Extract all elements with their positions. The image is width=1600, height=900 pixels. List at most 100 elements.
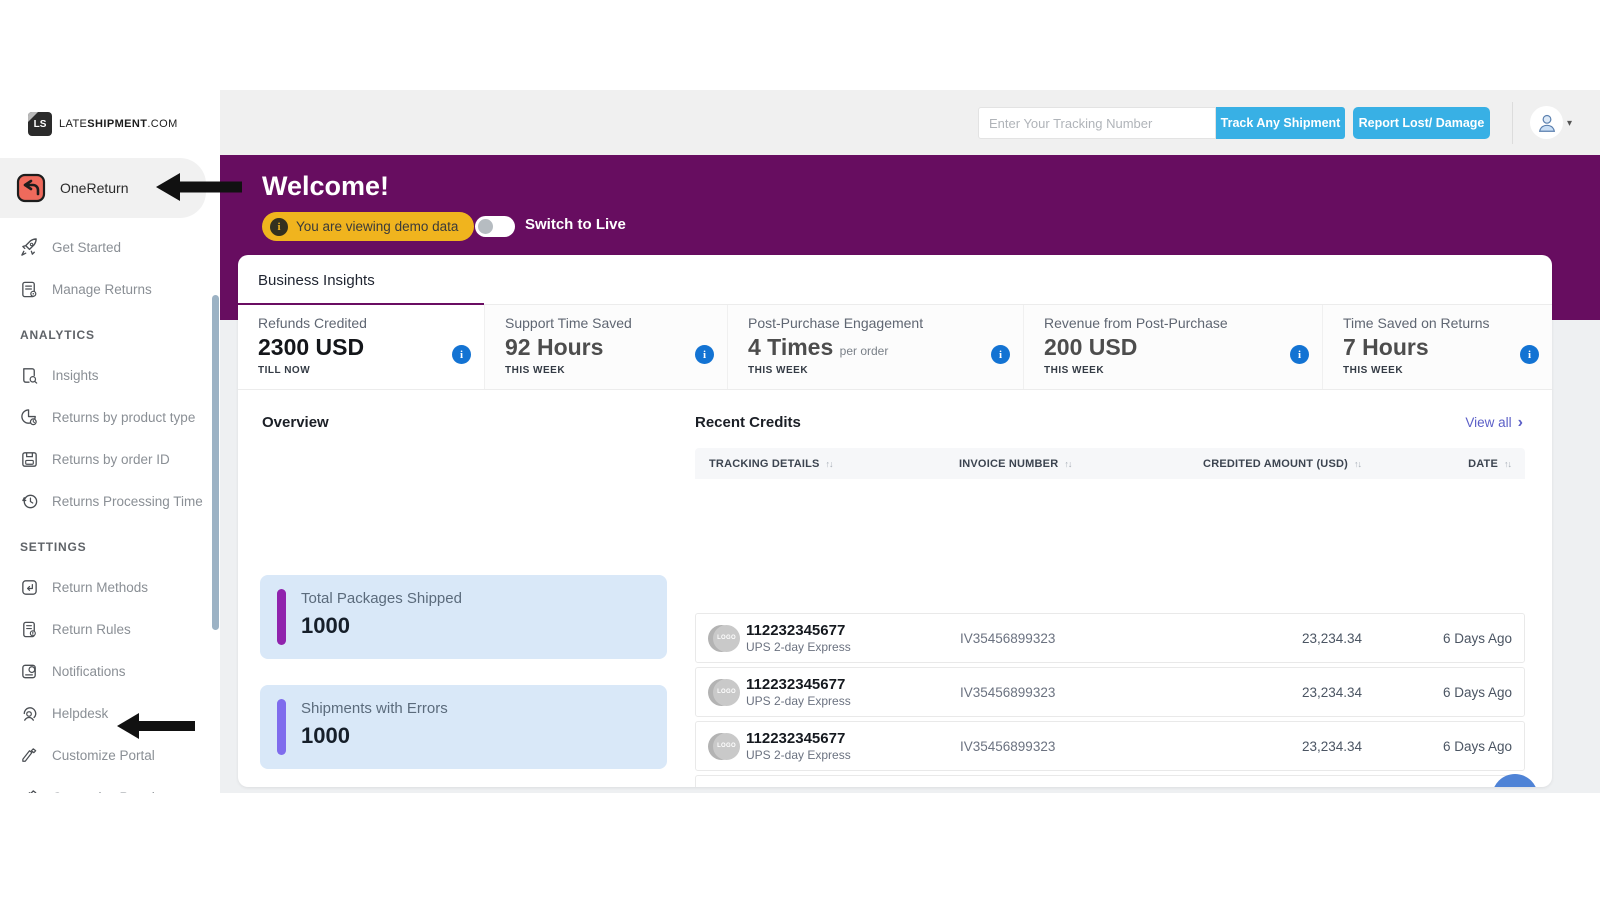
table-row[interactable]: LOGO112232345677UPS 2-day Express IV3545…	[695, 667, 1525, 717]
headset-icon	[20, 704, 39, 723]
invoice-number: IV35456899323	[946, 685, 1176, 700]
stat-label: Refunds Credited	[258, 315, 484, 331]
invoice-number: IV35456899323	[946, 739, 1176, 754]
sidebar-item-label: Return Methods	[52, 580, 148, 595]
col-invoice-number: INVOICE NUMBER↑↓	[945, 458, 1175, 470]
sort-icon[interactable]: ↑↓	[826, 459, 833, 469]
sidebar-item-label: Returns Processing Time	[52, 494, 203, 509]
tracking-number: 112232345677	[746, 784, 851, 788]
sidebar-nav: Get Started Manage Returns ANALYTICS Ins…	[0, 226, 220, 793]
pie-clock-icon	[20, 408, 39, 427]
sidebar-item-onereturn[interactable]: OneReturn	[0, 158, 206, 218]
sidebar-item-customize-portal-2[interactable]: Customize Portal	[0, 776, 220, 793]
clock-rotate-icon	[20, 492, 39, 511]
sidebar-item-label: Return Rules	[52, 622, 131, 637]
carrier-logo: LOGO	[708, 625, 735, 652]
info-icon[interactable]: i	[695, 345, 714, 364]
lateshipment-logo[interactable]: LS LATESHIPMENT.COM	[28, 112, 178, 136]
report-lost-damage-button[interactable]: Report Lost/ Damage	[1353, 107, 1490, 139]
service-name: UPS 2-day Express	[746, 748, 851, 763]
sidebar-item-return-rules[interactable]: Return Rules	[0, 608, 220, 650]
page: Welcome! i You are viewing demo data Swi…	[0, 0, 1600, 900]
stat-revenue-from-post-purchase[interactable]: Revenue from Post-Purchase 200 USD THIS …	[1023, 305, 1322, 389]
info-icon[interactable]: i	[1290, 345, 1309, 364]
table-row[interactable]: LOGO112232345677UPS 2-day Express IV3545…	[695, 775, 1525, 787]
avatar-dropdown-caret[interactable]: ▾	[1567, 118, 1572, 129]
invoice-number: IV35456899323	[946, 631, 1176, 646]
credit-date: 6 Days Ago	[1376, 631, 1526, 646]
switch-to-live-label: Switch to Live	[525, 216, 626, 233]
overview-card-label: Shipments with Errors	[301, 700, 448, 717]
sidebar-section-settings: SETTINGS	[0, 522, 220, 566]
carrier-logo: LOGO	[708, 679, 735, 706]
info-icon[interactable]: i	[1520, 345, 1539, 364]
doc-search-icon	[20, 366, 39, 385]
brand-text: LATESHIPMENT.COM	[59, 118, 178, 130]
sidebar-item-label: Customize Portal	[52, 790, 155, 794]
sidebar-item-label: Helpdesk	[52, 706, 108, 721]
stat-label: Support Time Saved	[505, 315, 727, 331]
info-icon[interactable]: i	[452, 345, 471, 364]
stat-post-purchase-engagement[interactable]: Post-Purchase Engagement 4 Times per ord…	[727, 305, 1023, 389]
sidebar-scrollbar[interactable]	[212, 295, 219, 630]
user-avatar[interactable]	[1530, 106, 1563, 139]
overview-card-total-packages: Total Packages Shipped 1000	[260, 575, 667, 659]
customize-pen-icon	[20, 746, 39, 765]
sidebar-item-label: Get Started	[52, 240, 121, 255]
stat-support-time-saved[interactable]: Support Time Saved 92 Hours THIS WEEK i	[484, 305, 727, 389]
table-row[interactable]: LOGO112232345677UPS 2-day Express IV3545…	[695, 721, 1525, 771]
sidebar-item-label: Insights	[52, 368, 99, 383]
stat-period: THIS WEEK	[1044, 365, 1322, 376]
sidebar-item-returns-processing-time[interactable]: Returns Processing Time	[0, 480, 220, 522]
table-row[interactable]: LOGO 112232345677UPS 2-day Express IV3545…	[695, 613, 1525, 663]
sidebar-item-label: OneReturn	[60, 180, 128, 196]
sidebar: LS LATESHIPMENT.COM OneReturn Get Starte…	[0, 90, 220, 793]
recent-credits-title: Recent Credits	[695, 414, 801, 431]
sidebar-item-insights[interactable]: Insights	[0, 354, 220, 396]
welcome-title: Welcome!	[262, 171, 389, 202]
tracking-number-input[interactable]	[978, 107, 1216, 139]
sort-icon[interactable]: ↑↓	[1354, 459, 1361, 469]
stat-label: Post-Purchase Engagement	[748, 315, 1023, 331]
sidebar-item-get-started[interactable]: Get Started	[0, 226, 220, 268]
chevron-right-icon: ›	[1518, 417, 1523, 429]
stat-time-saved-on-returns[interactable]: Time Saved on Returns 7 Hours THIS WEEK …	[1322, 305, 1552, 389]
sidebar-item-customize-portal[interactable]: Customize Portal	[0, 734, 220, 776]
stat-period: THIS WEEK	[1343, 365, 1552, 376]
stat-period: THIS WEEK	[748, 365, 1023, 376]
switch-to-live-toggle[interactable]	[475, 216, 515, 237]
stat-value: 4 Times per order	[748, 334, 1023, 361]
tab-business-insights[interactable]: Business Insights	[238, 255, 484, 305]
sidebar-item-notifications[interactable]: Notifications	[0, 650, 220, 692]
track-any-shipment-button[interactable]: Track Any Shipment	[1216, 107, 1345, 139]
view-all-link[interactable]: View all›	[1465, 415, 1523, 430]
stat-label: Time Saved on Returns	[1343, 315, 1552, 331]
service-name: UPS 2-day Express	[746, 640, 851, 655]
overview-title: Overview	[262, 414, 329, 431]
sidebar-item-helpdesk[interactable]: Helpdesk	[0, 692, 220, 734]
stat-value: 2300 USD	[258, 334, 484, 361]
sidebar-item-label: Returns by product type	[52, 410, 195, 425]
overview-card-bar	[277, 699, 286, 755]
sidebar-item-returns-by-order-id[interactable]: Returns by order ID	[0, 438, 220, 480]
sidebar-item-manage-returns[interactable]: Manage Returns	[0, 268, 220, 310]
sidebar-section-analytics: ANALYTICS	[0, 310, 220, 354]
overview-card-label: Total Packages Shipped	[301, 590, 462, 607]
carrier-logo: LOGO	[708, 787, 735, 788]
tracking-number: 112232345677	[746, 622, 851, 640]
onereturn-icon	[16, 173, 46, 203]
sidebar-item-returns-by-product-type[interactable]: Returns by product type	[0, 396, 220, 438]
sidebar-item-label: Customize Portal	[52, 748, 155, 763]
business-insights-card: Business Insights Refunds Credited 2300 …	[238, 255, 1552, 787]
customize-pen-icon	[20, 788, 39, 794]
clipboard-gear-icon	[20, 280, 39, 299]
col-credited-amount: CREDITED AMOUNT (USD)↑↓	[1175, 458, 1375, 470]
sort-icon[interactable]: ↑↓	[1504, 459, 1511, 469]
info-icon[interactable]: i	[991, 345, 1010, 364]
stat-refunds-credited[interactable]: Refunds Credited 2300 USD TILL NOW i	[238, 305, 484, 389]
credit-date: 6 Days Ago	[1376, 739, 1526, 754]
sort-icon[interactable]: ↑↓	[1064, 459, 1071, 469]
notification-icon	[20, 662, 39, 681]
sidebar-item-return-methods[interactable]: Return Methods	[0, 566, 220, 608]
demo-badge-label: You are viewing demo data	[296, 219, 458, 234]
